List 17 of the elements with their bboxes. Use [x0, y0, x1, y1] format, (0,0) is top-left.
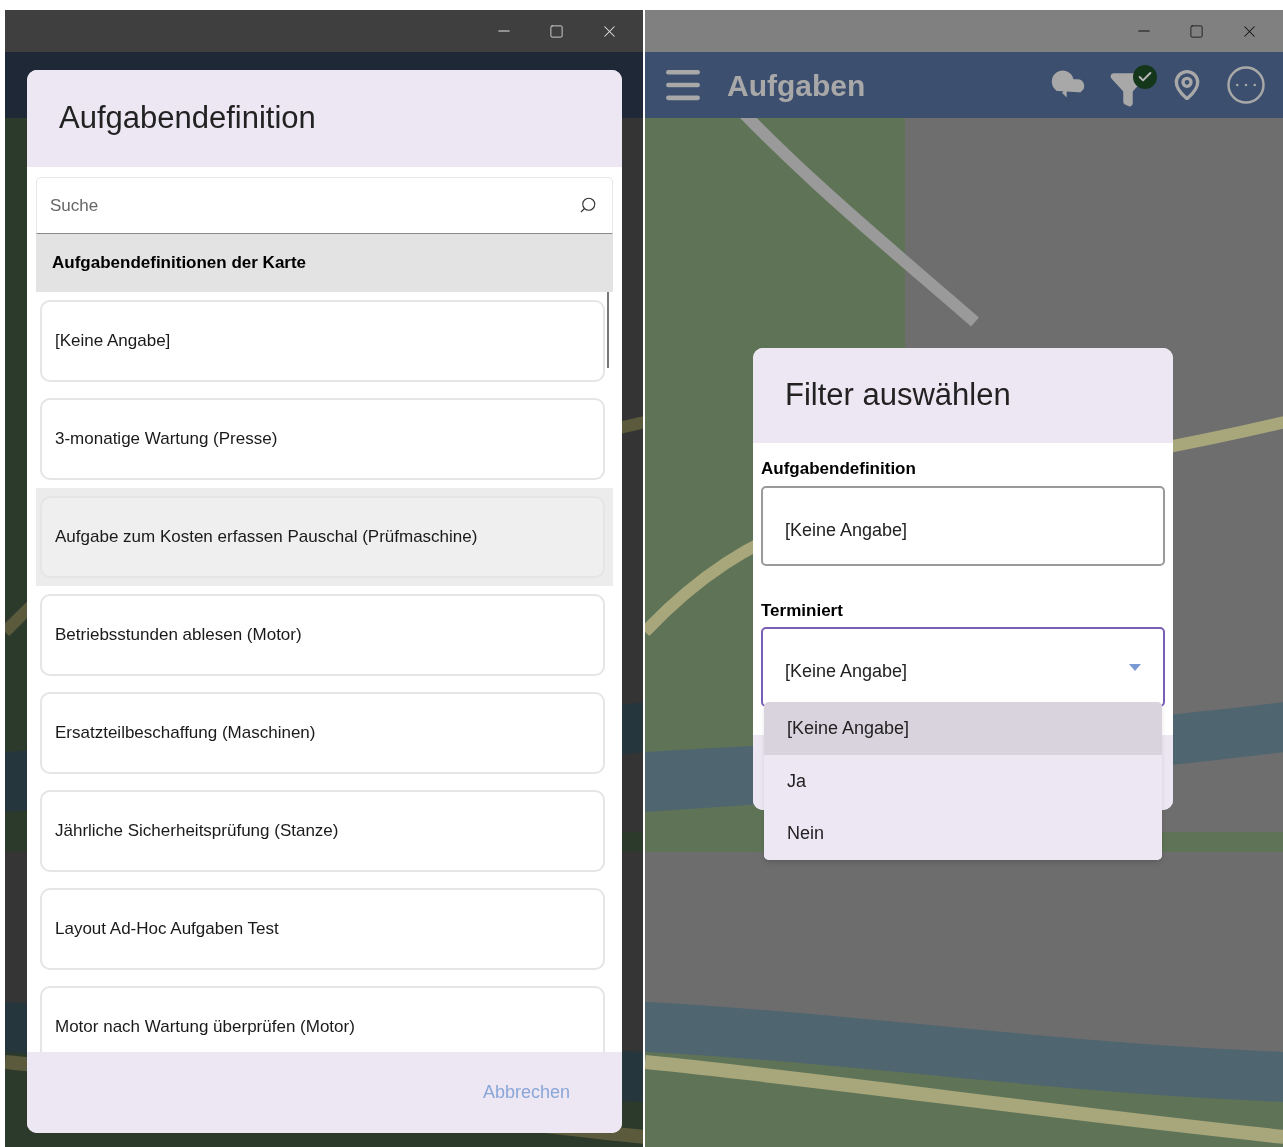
- dropdown-option[interactable]: Ja: [764, 754, 1162, 808]
- field-label: Terminiert: [761, 599, 844, 622]
- dropdown-option[interactable]: Nein: [764, 807, 1162, 860]
- check-badge: [1133, 65, 1157, 89]
- search-icon[interactable]: [579, 196, 597, 214]
- list-item[interactable]: Aufgabe zum Kosten erfassen Pauschal (Prüfmaschine): [36, 488, 613, 586]
- dialog-title: Aufgabendefinition: [59, 99, 316, 138]
- input-field[interactable]: [Keine Angabe]: [761, 485, 1165, 566]
- caret-icon: [1129, 664, 1141, 671]
- search-field[interactable]: Suche: [36, 177, 613, 234]
- group-header-label: Aufgabendefinitionen der Karte: [52, 252, 307, 275]
- app-title: Aufgaben: [727, 67, 866, 104]
- maximize-icon[interactable]: [1189, 23, 1204, 39]
- dialog-title: Filter auswählen: [785, 376, 1011, 415]
- dropdown-option[interactable]: [Keine Angabe]: [764, 702, 1162, 755]
- more-icon[interactable]: [1225, 64, 1267, 106]
- field-label: Aufgabendefinition: [761, 458, 917, 480]
